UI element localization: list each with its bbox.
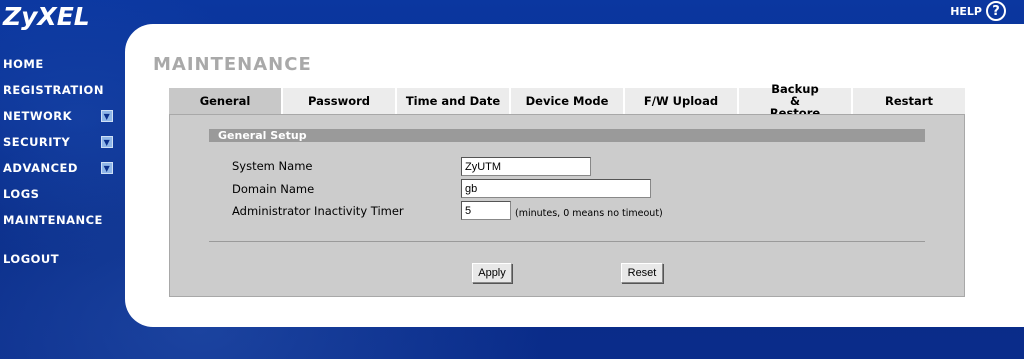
nav-item-label: LOGS bbox=[3, 187, 40, 201]
expand-icon[interactable]: ▼ bbox=[101, 136, 113, 148]
tab-bar: General Password Time and Date Device Mo… bbox=[169, 83, 965, 119]
zyxel-logo: ZyXEL bbox=[3, 2, 90, 31]
nav-item-security[interactable]: SECURITY ▼ bbox=[3, 133, 113, 151]
expand-icon[interactable]: ▼ bbox=[101, 110, 113, 122]
nav-item-label: ADVANCED bbox=[3, 161, 78, 175]
tab-fw-upload[interactable]: F/W Upload bbox=[625, 88, 739, 114]
divider bbox=[209, 241, 925, 242]
domain-name-input[interactable] bbox=[461, 179, 651, 198]
nav-item-maintenance[interactable]: MAINTENANCE bbox=[3, 211, 113, 229]
system-name-label: System Name bbox=[232, 159, 313, 173]
general-setup-panel: General Setup System Name Domain Name Ad… bbox=[169, 114, 965, 297]
nav-item-label: MAINTENANCE bbox=[3, 213, 103, 227]
tab-backup-restore[interactable]: Backup & Restore bbox=[739, 83, 853, 119]
section-header: General Setup bbox=[209, 129, 925, 142]
inactivity-timer-hint: (minutes, 0 means no timeout) bbox=[515, 208, 663, 219]
nav-item-logs[interactable]: LOGS bbox=[3, 185, 113, 203]
help-label: HELP bbox=[950, 4, 982, 18]
nav-item-logout[interactable]: LOGOUT bbox=[3, 250, 113, 268]
nav-item-label: HOME bbox=[3, 57, 44, 71]
reset-button[interactable]: Reset bbox=[621, 263, 663, 283]
apply-button[interactable]: Apply bbox=[472, 263, 512, 283]
inactivity-timer-input[interactable] bbox=[461, 201, 511, 220]
nav-item-label: LOGOUT bbox=[3, 252, 60, 266]
nav-item-label: REGISTRATION bbox=[3, 83, 104, 97]
nav-item-registration[interactable]: REGISTRATION bbox=[3, 81, 113, 99]
nav-item-label: SECURITY bbox=[3, 135, 71, 149]
page-title: MAINTENANCE bbox=[153, 54, 312, 75]
tab-general[interactable]: General bbox=[169, 88, 283, 114]
domain-name-label: Domain Name bbox=[232, 182, 315, 196]
nav-item-advanced[interactable]: ADVANCED ▼ bbox=[3, 159, 113, 177]
expand-icon[interactable]: ▼ bbox=[101, 162, 113, 174]
nav-item-network[interactable]: NETWORK ▼ bbox=[3, 107, 113, 125]
inactivity-timer-label: Administrator Inactivity Timer bbox=[232, 204, 404, 218]
nav-item-label: NETWORK bbox=[3, 109, 73, 123]
tab-password[interactable]: Password bbox=[283, 88, 397, 114]
tab-time-and-date[interactable]: Time and Date bbox=[397, 88, 511, 114]
help-link[interactable]: HELP ? bbox=[950, 1, 1006, 21]
question-circle-icon: ? bbox=[986, 1, 1006, 21]
nav-item-home[interactable]: HOME bbox=[3, 55, 113, 73]
tab-device-mode[interactable]: Device Mode bbox=[511, 88, 625, 114]
system-name-input[interactable] bbox=[461, 157, 591, 176]
tab-restart[interactable]: Restart bbox=[853, 88, 965, 114]
